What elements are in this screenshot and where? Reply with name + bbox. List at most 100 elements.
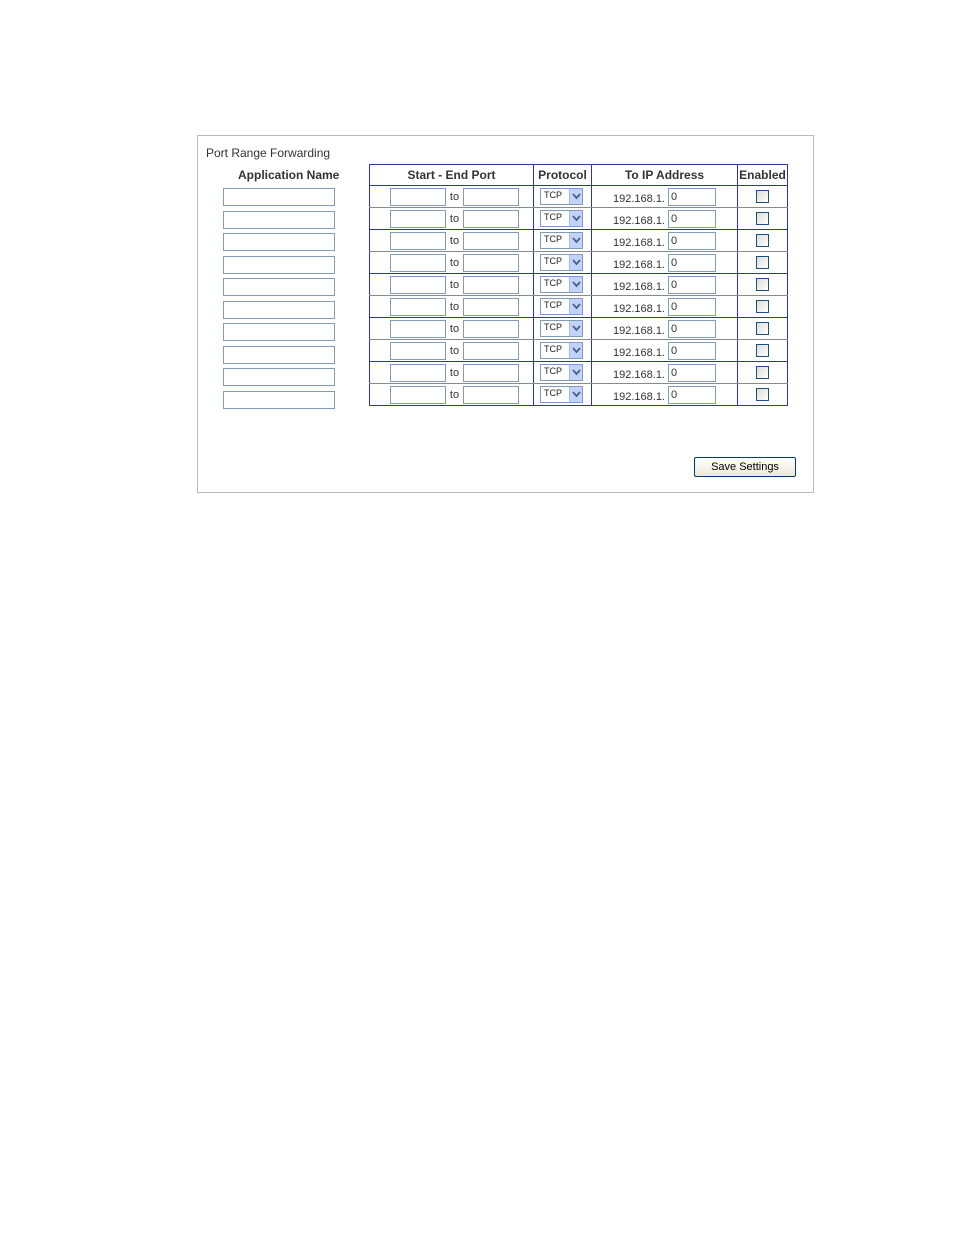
chevron-down-icon[interactable] bbox=[569, 277, 582, 292]
table-row: to TCP 192.168.1. 0 bbox=[369, 339, 788, 362]
application-name-input[interactable] bbox=[223, 368, 335, 386]
end-port-input[interactable] bbox=[463, 297, 519, 316]
application-name-input[interactable] bbox=[223, 323, 335, 341]
enabled-header: Enabled bbox=[737, 164, 788, 186]
chevron-down-icon[interactable] bbox=[569, 211, 582, 226]
protocol-value: TCP bbox=[544, 278, 562, 288]
chevron-down-icon[interactable] bbox=[569, 233, 582, 248]
application-name-input[interactable] bbox=[223, 211, 335, 229]
enabled-checkbox[interactable] bbox=[756, 278, 769, 291]
protocol-value: TCP bbox=[544, 388, 562, 398]
application-name-input[interactable] bbox=[223, 256, 335, 274]
protocol-select[interactable]: TCP bbox=[540, 232, 583, 249]
application-name-input[interactable] bbox=[223, 301, 335, 319]
ip-last-octet-input[interactable]: 0 bbox=[668, 385, 716, 404]
enabled-checkbox[interactable] bbox=[756, 234, 769, 247]
end-port-input[interactable] bbox=[463, 319, 519, 338]
application-name-input[interactable] bbox=[223, 278, 335, 296]
protocol-value: TCP bbox=[544, 300, 562, 310]
end-port-input[interactable] bbox=[463, 209, 519, 228]
protocol-select[interactable]: TCP bbox=[540, 254, 583, 271]
end-port-input[interactable] bbox=[463, 187, 519, 206]
protocol-select[interactable]: TCP bbox=[540, 342, 583, 359]
table-row: to TCP 192.168.1. 0 bbox=[369, 295, 788, 318]
ip-address-cell: 192.168.1. 0 bbox=[591, 383, 738, 406]
enabled-cell bbox=[737, 207, 788, 230]
enabled-checkbox[interactable] bbox=[756, 212, 769, 225]
protocol-select[interactable]: TCP bbox=[540, 188, 583, 205]
application-name-header: Application Name bbox=[238, 168, 340, 182]
end-port-input[interactable] bbox=[463, 385, 519, 404]
start-port-input[interactable] bbox=[390, 209, 446, 228]
ip-prefix: 192.168.1. bbox=[613, 258, 665, 271]
enabled-checkbox[interactable] bbox=[756, 388, 769, 401]
ip-address-cell: 192.168.1. 0 bbox=[591, 317, 738, 340]
port-range-cell: to bbox=[369, 383, 534, 406]
end-port-input[interactable] bbox=[463, 275, 519, 294]
port-range-cell: to bbox=[369, 339, 534, 362]
table-row: to TCP 192.168.1. 0 bbox=[369, 185, 788, 208]
ip-last-octet-input[interactable]: 0 bbox=[668, 319, 716, 338]
application-name-input[interactable] bbox=[223, 346, 335, 364]
protocol-select[interactable]: TCP bbox=[540, 298, 583, 315]
protocol-select[interactable]: TCP bbox=[540, 364, 583, 381]
chevron-down-icon[interactable] bbox=[569, 255, 582, 270]
application-name-input[interactable] bbox=[223, 391, 335, 409]
port-separator: to bbox=[449, 322, 460, 335]
table-row: to TCP 192.168.1. 0 bbox=[369, 317, 788, 340]
port-separator: to bbox=[449, 344, 460, 357]
enabled-checkbox[interactable] bbox=[756, 300, 769, 313]
chevron-down-icon[interactable] bbox=[569, 365, 582, 380]
enabled-checkbox[interactable] bbox=[756, 190, 769, 203]
enabled-checkbox[interactable] bbox=[756, 344, 769, 357]
ip-last-octet-input[interactable]: 0 bbox=[668, 275, 716, 294]
ip-last-octet-input[interactable]: 0 bbox=[668, 363, 716, 382]
ip-address-cell: 192.168.1. 0 bbox=[591, 273, 738, 296]
ip-last-octet-input[interactable]: 0 bbox=[668, 253, 716, 272]
start-port-input[interactable] bbox=[390, 187, 446, 206]
start-port-input[interactable] bbox=[390, 297, 446, 316]
table-row: to TCP 192.168.1. 0 bbox=[369, 273, 788, 296]
panel-title: Port Range Forwarding bbox=[206, 146, 331, 160]
start-port-input[interactable] bbox=[390, 385, 446, 404]
chevron-down-icon[interactable] bbox=[569, 321, 582, 336]
start-port-input[interactable] bbox=[390, 275, 446, 294]
table-row: to TCP 192.168.1. 0 bbox=[369, 229, 788, 252]
start-port-input[interactable] bbox=[390, 363, 446, 382]
chevron-down-icon[interactable] bbox=[569, 387, 582, 402]
ip-last-octet-input[interactable]: 0 bbox=[668, 187, 716, 206]
ip-last-octet-input[interactable]: 0 bbox=[668, 341, 716, 360]
application-name-input[interactable] bbox=[223, 188, 335, 206]
chevron-down-icon[interactable] bbox=[569, 299, 582, 314]
start-port-input[interactable] bbox=[390, 319, 446, 338]
ip-prefix: 192.168.1. bbox=[613, 390, 665, 403]
chevron-down-icon[interactable] bbox=[569, 343, 582, 358]
end-port-input[interactable] bbox=[463, 341, 519, 360]
chevron-down-icon[interactable] bbox=[569, 189, 582, 204]
application-name-input[interactable] bbox=[223, 233, 335, 251]
save-settings-button[interactable]: Save Settings bbox=[694, 457, 796, 477]
end-port-input[interactable] bbox=[463, 231, 519, 250]
ip-last-octet-input[interactable]: 0 bbox=[668, 209, 716, 228]
protocol-select[interactable]: TCP bbox=[540, 276, 583, 293]
protocol-select[interactable]: TCP bbox=[540, 320, 583, 337]
port-range-cell: to bbox=[369, 361, 534, 384]
protocol-cell: TCP bbox=[533, 251, 592, 274]
ip-address-cell: 192.168.1. 0 bbox=[591, 339, 738, 362]
protocol-select[interactable]: TCP bbox=[540, 386, 583, 403]
ip-last-octet-input[interactable]: 0 bbox=[668, 297, 716, 316]
port-range-cell: to bbox=[369, 317, 534, 340]
start-port-input[interactable] bbox=[390, 341, 446, 360]
enabled-cell bbox=[737, 361, 788, 384]
ip-last-octet-input[interactable]: 0 bbox=[668, 231, 716, 250]
start-port-input[interactable] bbox=[390, 253, 446, 272]
start-port-input[interactable] bbox=[390, 231, 446, 250]
enabled-checkbox[interactable] bbox=[756, 256, 769, 269]
end-port-input[interactable] bbox=[463, 253, 519, 272]
protocol-select[interactable]: TCP bbox=[540, 210, 583, 227]
enabled-checkbox[interactable] bbox=[756, 322, 769, 335]
end-port-input[interactable] bbox=[463, 363, 519, 382]
enabled-checkbox[interactable] bbox=[756, 366, 769, 379]
port-range-cell: to bbox=[369, 229, 534, 252]
table-row: to TCP 192.168.1. 0 bbox=[369, 251, 788, 274]
